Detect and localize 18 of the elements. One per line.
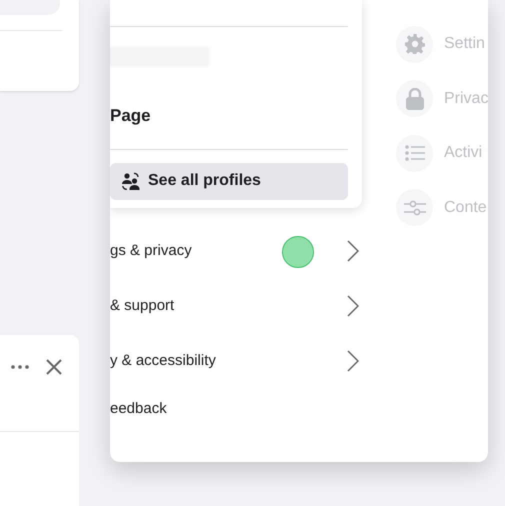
menu-item[interactable]: y & accessibility	[110, 350, 216, 373]
list-icon	[404, 145, 424, 162]
touch-indicator	[282, 236, 314, 268]
sliders-icon	[404, 200, 426, 216]
lock-icon	[406, 88, 424, 110]
menu-item[interactable]: gs & privacy	[110, 240, 192, 263]
icon-circle[interactable]	[396, 26, 433, 63]
menu-item[interactable]: & support	[110, 295, 174, 318]
menu-item[interactable]: eedback	[110, 398, 167, 420]
icon-circle[interactable]	[396, 80, 433, 118]
profiles-icon	[122, 172, 140, 190]
close-icon[interactable]	[45, 358, 63, 376]
see-all-profiles-button[interactable]: See all profiles	[110, 162, 348, 200]
icon-circle[interactable]	[396, 134, 433, 172]
page-label: Page	[110, 105, 152, 127]
settings-icon	[404, 34, 424, 54]
more-icon[interactable]	[11, 365, 29, 369]
icon-circle[interactable]	[396, 189, 433, 226]
